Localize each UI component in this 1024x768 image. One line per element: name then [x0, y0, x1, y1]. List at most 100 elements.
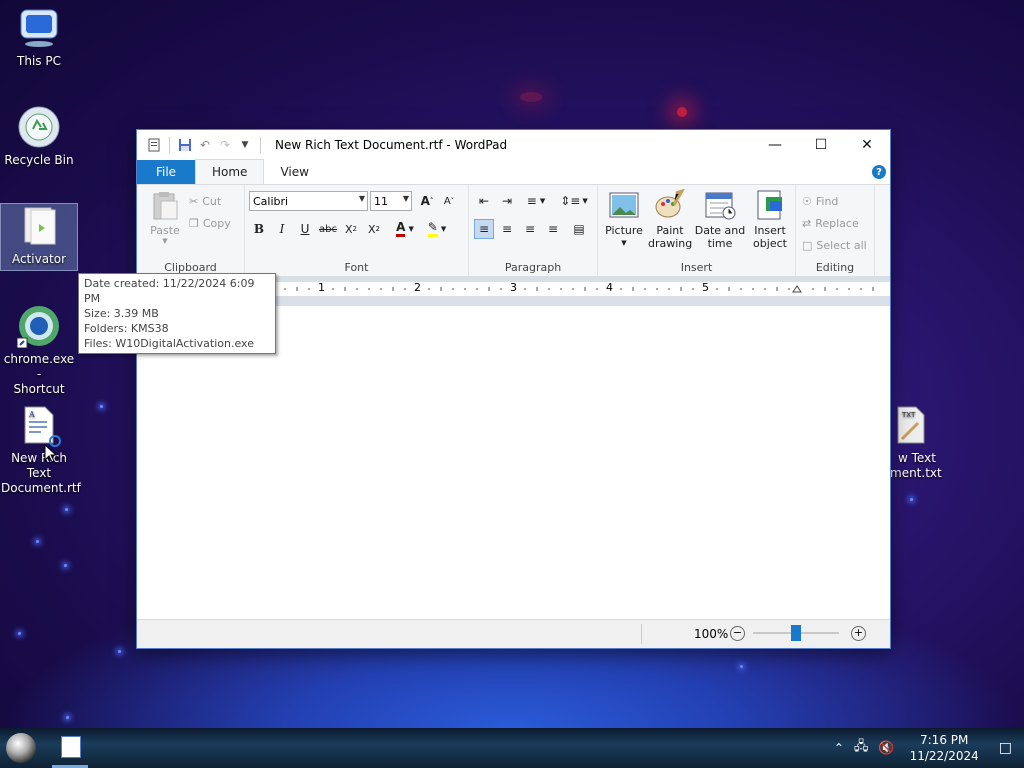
right-indent-marker [792, 285, 802, 293]
paragraph-group-label: Paragraph [504, 261, 562, 274]
paragraph-group: ⇤ ⇥ ≡ ▼ ⇕≡ ▼ ≡ ≡ ≡ ≡ ▤ Paragraph [469, 185, 598, 277]
align-right-button[interactable]: ≡ [520, 219, 540, 239]
font-size-select[interactable]: 11 ▼ [370, 191, 412, 211]
chevron-up-icon[interactable]: ⌃ [829, 741, 849, 755]
tooltip-files: Files: W10DigitalActivation.exe [84, 337, 254, 350]
maximize-button[interactable]: ☐ [798, 130, 844, 160]
title-bar[interactable]: ↶ ↷ ▼ New Rich Text Document.rtf - WordP… [137, 130, 890, 160]
desktop-icon-label: New Rich Text [11, 451, 67, 480]
desktop-icon-activator[interactable]: Activator [0, 203, 78, 271]
copy-button[interactable]: ❐ Copy [189, 213, 231, 233]
font-color-button[interactable]: A ▼ [391, 219, 419, 239]
bold-button[interactable]: B [249, 219, 269, 239]
paint-drawing-label: drawing [648, 237, 693, 250]
wallpaper-star [740, 665, 743, 668]
shrink-font-button[interactable]: A ˅ [439, 191, 459, 211]
desktop-icon-label: This PC [17, 54, 61, 68]
tab-view[interactable]: View [264, 160, 324, 184]
folder-icon [17, 204, 61, 248]
desktop-icon-chrome-shortcut[interactable]: chrome.exe - Shortcut [1, 304, 77, 397]
redo-icon[interactable]: ↷ [216, 136, 234, 154]
toolbar-separator [260, 137, 261, 153]
highlight-color-button[interactable]: ✎ ▼ [423, 219, 451, 239]
insert-object-button[interactable]: Insert object [748, 189, 792, 250]
underline-button[interactable]: U [295, 219, 315, 239]
wallpaper-star [36, 540, 39, 543]
picture-icon [608, 189, 640, 221]
quick-access-toolbar: ↶ ↷ ▼ [137, 136, 265, 154]
svg-text:A: A [28, 410, 35, 419]
text-document-icon: TXT [888, 403, 932, 447]
chevron-down-icon: ▼ [408, 225, 414, 233]
save-icon[interactable] [176, 136, 194, 154]
select-all-button[interactable]: □ Select all [802, 235, 867, 255]
calendar-clock-icon [704, 189, 736, 221]
chevron-down-icon: ▼ [440, 225, 447, 233]
object-icon [754, 189, 786, 221]
tooltip-size: Size: 3.39 MB [84, 307, 159, 320]
font-color-icon: A [396, 221, 406, 237]
close-button[interactable]: ✕ [844, 130, 890, 160]
replace-icon: ⇄ [802, 216, 812, 230]
font-family-value: Calibri [253, 194, 289, 208]
start-button[interactable] [6, 733, 36, 763]
wordpad-app-icon[interactable] [145, 136, 163, 154]
customize-toolbar-icon[interactable]: ▼ [236, 136, 254, 154]
subscript-button[interactable]: X2 [341, 219, 361, 239]
zoom-out-button[interactable]: − [730, 626, 745, 641]
network-icon[interactable]: 🖧 [849, 737, 874, 759]
help-icon[interactable]: ? [872, 165, 886, 179]
toolbar-separator [169, 137, 170, 153]
notification-icon[interactable]: □ [989, 740, 1024, 756]
paint-drawing-button[interactable]: Paint drawing [648, 188, 693, 250]
find-button[interactable]: ☉ Find [802, 191, 838, 211]
insert-picture-button[interactable]: Picture ▼ [602, 189, 646, 250]
zoom-slider-thumb[interactable] [791, 625, 801, 641]
select-all-label: Select all [816, 238, 867, 252]
date-time-button[interactable]: Date and time [694, 189, 746, 250]
minimize-button[interactable]: — [752, 130, 798, 160]
window-controls: — ☐ ✕ [752, 130, 890, 160]
clock-date: 11/22/2024 [909, 749, 979, 763]
decrease-indent-icon[interactable]: ⇤ [474, 191, 494, 211]
align-center-button[interactable]: ≡ [497, 219, 517, 239]
zoom-in-button[interactable]: + [851, 626, 866, 641]
desktop-icon-this-pc[interactable]: This PC [1, 6, 77, 69]
ribbon-tabs: File Home View ? [137, 159, 890, 185]
tab-home[interactable]: Home [195, 159, 265, 184]
wallpaper-star [100, 405, 103, 408]
tab-file[interactable]: File [137, 160, 195, 184]
strikethrough-button[interactable]: abc [318, 219, 338, 239]
desktop-icon-label: Document.rtf [1, 481, 81, 495]
align-left-button[interactable]: ≡ [474, 219, 494, 239]
undo-icon[interactable]: ↶ [196, 136, 214, 154]
cut-label: Cut [202, 194, 222, 208]
font-family-select[interactable]: Calibri ▼ [249, 191, 368, 211]
chevron-down-icon: ▼ [162, 237, 168, 245]
clipboard-group: Paste ▼ ✂ Cut ❐ Copy Clipboard [137, 185, 245, 277]
justify-button[interactable]: ≡ [543, 219, 563, 239]
file-tooltip: Date created: 11/22/2024 6:09 PM Size: 3… [78, 273, 276, 354]
desktop-icon-rtf-document[interactable]: A New Rich Text Document.rtf [1, 403, 81, 496]
wallpaper-star [118, 650, 121, 653]
italic-button[interactable]: I [272, 219, 292, 239]
ruler-ticks [272, 285, 874, 293]
desktop-icon-recycle-bin[interactable]: Recycle Bin [1, 105, 77, 168]
ruler-track: 1 2 3 4 5 [265, 281, 890, 296]
line-spacing-icon[interactable]: ⇕≡ ▼ [559, 191, 589, 211]
list-bullets-icon[interactable]: ≡ ▼ [521, 191, 551, 211]
grow-font-button[interactable]: A ˄ [417, 191, 437, 211]
wordpad-icon [61, 736, 81, 758]
superscript-button[interactable]: X2 [364, 219, 384, 239]
paragraph-settings-icon[interactable]: ▤ [569, 219, 589, 239]
paste-button[interactable]: Paste ▼ [145, 191, 185, 245]
zoom-slider[interactable] [753, 625, 839, 641]
clock[interactable]: 7:16 PM 11/22/2024 [900, 732, 989, 764]
cut-button[interactable]: ✂ Cut [189, 191, 221, 211]
taskbar-app-wordpad[interactable] [52, 728, 88, 768]
volume-muted-icon[interactable]: 🔇 [873, 741, 899, 756]
wallpaper-light [677, 107, 687, 117]
insert-object-label: Insert [754, 224, 786, 237]
replace-button[interactable]: ⇄ Replace [802, 213, 859, 233]
increase-indent-icon[interactable]: ⇥ [497, 191, 517, 211]
